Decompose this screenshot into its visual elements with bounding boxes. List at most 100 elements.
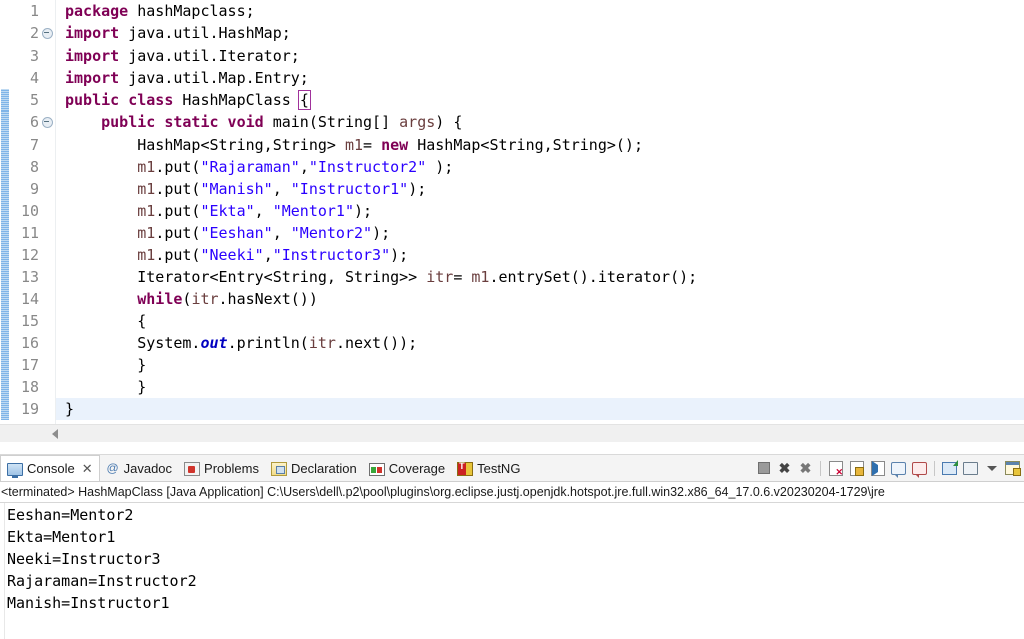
code-token-lvar: m1 [137,246,156,264]
gutter-separator [55,178,65,200]
code-line[interactable]: 10 m1.put("Ekta", "Mentor1"); [0,200,1024,222]
code-line-text[interactable]: Iterator<Entry<String, String>> itr= m1.… [65,266,1024,288]
line-number: 16 [9,332,39,354]
changed-line-marker [0,156,9,178]
console-output-area[interactable]: Eeshan=Mentor2 Ekta=Mentor1 Neeki=Instruct… [0,502,1024,639]
code-line[interactable]: 12 m1.put("Neeki","Instructor3"); [0,244,1024,266]
code-token-str: "Rajaraman" [200,158,300,176]
code-line[interactable]: 16 System.out.println(itr.next()); [0,332,1024,354]
line-number: 7 [9,134,39,156]
code-line-text[interactable]: System.out.println(itr.next()); [65,332,1024,354]
code-line-text[interactable]: while(itr.hasNext()) [65,288,1024,310]
console-output-line: Eeshan=Mentor2 [7,506,134,524]
java-editor[interactable]: 1 package hashMapclass; 2 import java.util.… [0,0,1024,455]
remove-all-terminated-button[interactable]: ✖ [796,459,815,478]
code-line-text[interactable]: } [65,376,1024,398]
tab-javadoc[interactable]: @ Javadoc [100,456,178,481]
tab-testng[interactable]: TestNG [451,456,526,481]
code-line[interactable]: 18 } [0,376,1024,398]
scroll-lock-button[interactable] [847,459,866,478]
line-number: 11 [9,222,39,244]
code-line-text[interactable]: public static void main(String[] args) { [65,111,1024,134]
gutter-separator [55,0,65,22]
console-output-line: Manish=Instructor1 [7,594,170,612]
scrollbar-track[interactable] [64,425,1024,443]
gutter-separator [55,200,65,222]
code-line[interactable]: 9 m1.put("Manish", "Instructor1"); [0,178,1024,200]
eclipse-ide-window: 1 package hashMapclass; 2 import java.util.… [0,0,1024,639]
open-console-dropdown[interactable] [982,459,1001,478]
code-line[interactable]: 11 m1.put("Eeshan", "Mentor2"); [0,222,1024,244]
changed-line-marker [0,376,9,398]
code-token-plain: ); [372,224,391,242]
code-line-text[interactable]: package hashMapclass; [65,0,1024,22]
code-token-plain: , [272,180,291,198]
console-output-line: Neeki=Instructor3 [7,550,161,568]
scroll-left-arrow-icon[interactable] [46,425,64,443]
scroll-lock-icon [849,460,864,476]
code-line[interactable]: 6 public static void main(String[] args)… [0,111,1024,134]
code-line-text[interactable]: } [65,354,1024,376]
tab-console[interactable]: Console ✕ [0,455,100,481]
changed-line-marker [0,111,9,134]
code-line-text[interactable]: import java.util.Iterator; [65,45,1024,67]
tab-close-icon[interactable]: ✕ [82,461,93,477]
open-console-button[interactable] [961,459,980,478]
code-line-text[interactable]: m1.put("Eeshan", "Mentor2"); [65,222,1024,244]
code-line-text[interactable]: m1.put("Ekta", "Mentor1"); [65,200,1024,222]
code-line[interactable]: 14 while(itr.hasNext()) [0,288,1024,310]
code-line[interactable]: 3 import java.util.Iterator; [0,45,1024,67]
code-line[interactable]: 15 { [0,310,1024,332]
code-token-plain: Iterator<Entry<String, String>> [65,268,427,286]
editor-horizontal-scrollbar[interactable] [0,424,1024,443]
code-line[interactable]: 13 Iterator<Entry<String, String>> itr= … [0,266,1024,288]
x-icon: ✖ [778,460,791,476]
show-console-button[interactable] [889,459,908,478]
code-line-text[interactable]: m1.put("Neeki","Instructor3"); [65,244,1024,266]
editor-code-area[interactable]: 1 package hashMapclass; 2 import java.util.… [0,0,1024,435]
code-line-text[interactable]: public class HashMapClass { [65,89,1024,111]
code-line[interactable]: 5 public class HashMapClass { [0,89,1024,111]
code-line-text[interactable]: m1.put("Manish", "Instructor1"); [65,178,1024,200]
code-line[interactable]: 2 import java.util.HashMap; [0,22,1024,45]
code-line-text[interactable]: HashMap<String,String> m1= new HashMap<S… [65,134,1024,156]
code-token-plain: HashMap<String,String>(); [417,136,643,154]
code-line-text[interactable]: import java.util.HashMap; [65,22,1024,45]
tab-problems[interactable]: Problems [178,456,265,481]
code-token-sfld: out [200,334,228,352]
tab-coverage[interactable]: Coverage [363,456,451,481]
clear-console-button[interactable]: ✕ [826,459,845,478]
code-line[interactable]: 19} [0,398,1024,420]
code-line[interactable]: 17 } [0,354,1024,376]
word-wrap-button[interactable] [868,459,887,478]
code-token-str: "Ekta" [200,202,255,220]
code-token-str: "Instructor2" [308,158,427,176]
code-line-text[interactable]: { [65,310,1024,332]
fold-collapse-icon[interactable] [39,22,56,45]
new-console-view-button[interactable] [1003,459,1022,478]
code-token-plain: .put( [155,224,201,242]
fold-gutter-blank [39,376,56,398]
open-console-icon [963,461,978,475]
terminated-process-label: <terminated> HashMapClass [Java Applicat… [1,485,885,499]
code-line[interactable]: 4 import java.util.Map.Entry; [0,67,1024,89]
code-token-plain: java.util.Map.Entry; [128,69,309,87]
code-line[interactable]: 8 m1.put("Rajaraman","Instructor2" ); [0,156,1024,178]
tab-declaration[interactable]: Declaration [265,456,363,481]
code-line[interactable]: 1 package hashMapclass; [0,0,1024,22]
remove-launch-button[interactable]: ✖ [775,459,794,478]
display-selected-console-button[interactable] [910,459,929,478]
code-token-str: "Manish" [200,180,273,198]
terminate-button[interactable] [754,459,773,478]
code-line[interactable]: 7 HashMap<String,String> m1= new HashMap… [0,134,1024,156]
gutter-separator [55,398,65,420]
code-line-text[interactable]: import java.util.Map.Entry; [65,67,1024,89]
code-line-text[interactable]: } [65,398,1024,420]
code-token-kw: public static void [101,113,273,131]
code-token-plain: , [263,246,273,264]
pin-console-button[interactable] [940,459,959,478]
fold-collapse-icon[interactable] [39,111,56,134]
code-line-text[interactable]: m1.put("Rajaraman","Instructor2" ); [65,156,1024,178]
